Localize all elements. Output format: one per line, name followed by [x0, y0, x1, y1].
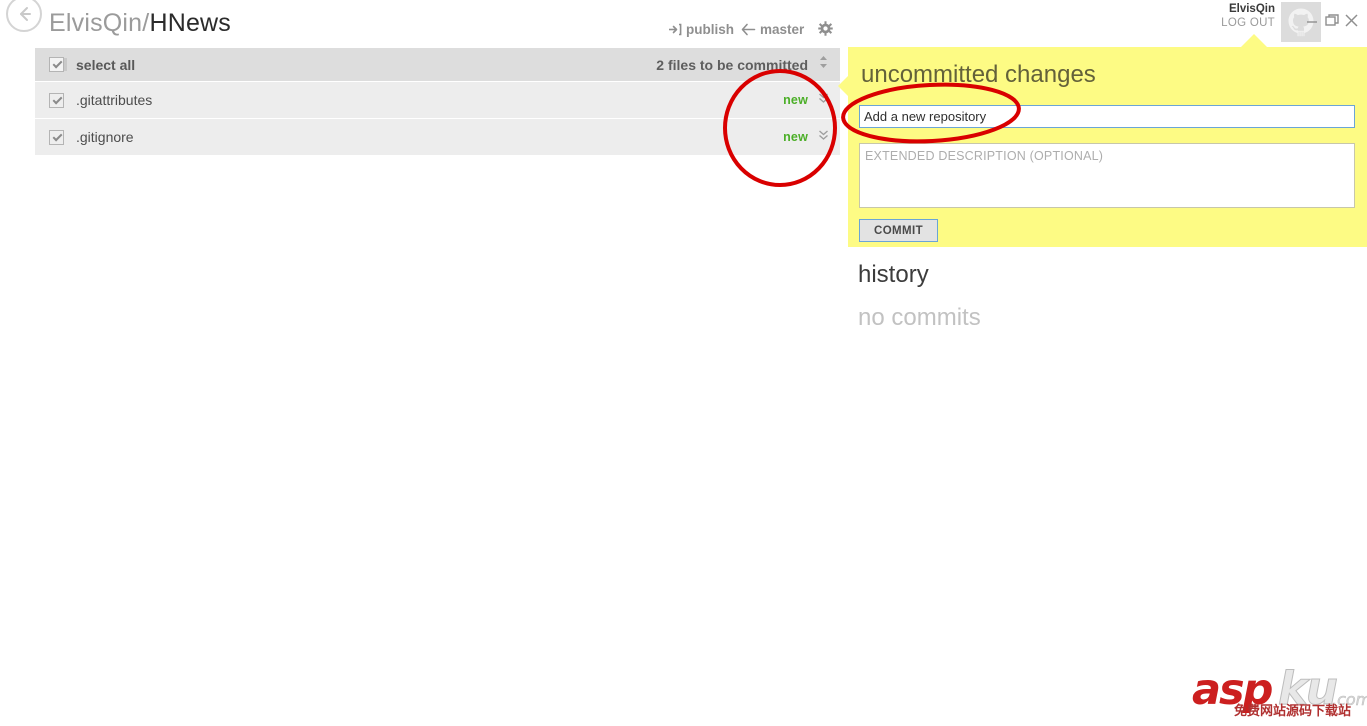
- file-list-header-right: 2 files to be committed: [656, 55, 840, 74]
- chevron-double-down-icon[interactable]: [817, 91, 830, 109]
- file-checkbox[interactable]: [49, 92, 64, 108]
- status-badge: new: [783, 130, 808, 144]
- table-row[interactable]: .gitignore new: [35, 119, 840, 156]
- restore-icon[interactable]: [1321, 10, 1343, 30]
- history-heading: history: [858, 261, 929, 288]
- branch-button[interactable]: master: [741, 22, 804, 40]
- status-badge: new: [783, 93, 808, 107]
- branch-label: master: [760, 22, 805, 37]
- uncommitted-changes-heading: uncommitted changes: [861, 61, 1096, 88]
- back-arrow-icon[interactable]: [6, 0, 42, 32]
- file-row-right: new: [783, 128, 840, 146]
- title-bar: ElvisQin/HNews publish master ElvisQin L…: [0, 0, 1367, 48]
- publish-button[interactable]: publish: [668, 22, 734, 40]
- commit-description-input[interactable]: [859, 143, 1355, 208]
- uncommitted-changes-panel: uncommitted changes COMMIT: [838, 34, 1367, 247]
- logout-button[interactable]: LOG OUT: [1155, 16, 1275, 30]
- gear-icon[interactable]: [818, 21, 833, 40]
- publish-label: publish: [686, 22, 734, 37]
- panel-pointer-left: [838, 75, 849, 97]
- sort-updown-icon[interactable]: [817, 55, 830, 74]
- commit-summary-input[interactable]: [859, 105, 1355, 128]
- account-name: ElvisQin: [1228, 3, 1275, 15]
- file-checkbox[interactable]: [49, 129, 64, 145]
- repo-name: HNews: [149, 9, 232, 37]
- chevron-double-down-icon[interactable]: [817, 128, 830, 146]
- file-row-right: new: [783, 91, 840, 109]
- files-to-commit-count: 2 files to be committed: [656, 56, 808, 73]
- page-title: ElvisQin/HNews: [49, 9, 231, 38]
- minimize-icon[interactable]: [1301, 10, 1323, 30]
- history-empty-label: no commits: [858, 304, 981, 331]
- close-icon[interactable]: [1341, 10, 1363, 30]
- select-all-label: select all: [76, 56, 136, 73]
- branch-icon: [741, 23, 756, 40]
- file-name: .gitattributes: [76, 92, 153, 108]
- panel-pointer-top: [1240, 34, 1268, 48]
- account-block[interactable]: ElvisQin LOG OUT: [1155, 2, 1275, 30]
- watermark-tagline: 免费网站源码下载站: [1234, 704, 1352, 719]
- repo-owner: ElvisQin/: [49, 9, 150, 37]
- commit-button[interactable]: COMMIT: [859, 219, 938, 242]
- publish-arrow-icon: [668, 23, 682, 40]
- site-watermark: asp ku .com 免费网站源码下载站: [1192, 665, 1367, 720]
- changed-files-list: select all 2 files to be committed .gita…: [35, 48, 840, 156]
- table-row[interactable]: .gitattributes new: [35, 82, 840, 119]
- file-name: .gitignore: [76, 129, 134, 145]
- file-list-header: select all 2 files to be committed: [35, 48, 840, 82]
- select-all-checkbox[interactable]: [49, 57, 64, 72]
